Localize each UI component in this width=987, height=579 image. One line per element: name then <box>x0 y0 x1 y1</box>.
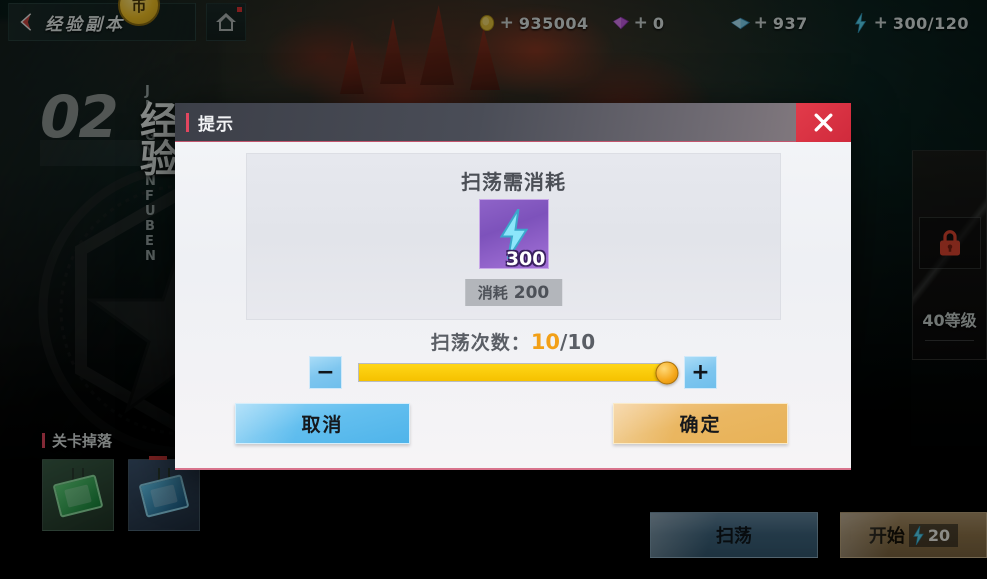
energy-cost-count: 300 <box>505 248 546 270</box>
confirm-button[interactable]: 确定 <box>613 403 788 444</box>
game-screen: 锁 40等级 J I N G Y A N F U B E N 02 经验 关卡掉… <box>0 0 987 579</box>
sweep-count-label: 扫荡次数： <box>430 332 531 354</box>
increase-button-label: + <box>691 359 710 385</box>
confirm-button-label: 确定 <box>679 414 722 436</box>
cost-panel-title: 扫荡需消耗 <box>461 170 566 194</box>
cancel-button-label: 取消 <box>301 414 344 436</box>
slider-knob[interactable] <box>655 361 679 384</box>
sweep-count-max: 10 <box>567 330 596 354</box>
dialog-title: 提示 <box>198 114 234 135</box>
dialog-header: 提示 <box>175 103 851 142</box>
sweep-count-row: 扫荡次数：10/10 <box>175 328 851 355</box>
decrease-button[interactable]: − <box>309 356 342 389</box>
sweep-count-stepper: − + <box>175 356 851 389</box>
decrease-button-label: − <box>316 359 335 385</box>
sweep-count-slider[interactable] <box>358 361 679 384</box>
cost-badge-value: 200 <box>513 283 550 303</box>
accent-bar <box>186 112 189 132</box>
close-icon <box>814 113 833 132</box>
energy-cost-icon: 300 <box>478 199 549 270</box>
cancel-button[interactable]: 取消 <box>235 403 410 444</box>
sweep-count-current: 10 <box>530 330 561 354</box>
sweep-confirm-dialog: 提示 扫荡需消耗 300 消耗 200 扫荡次数：10/10 − + 取消 确定 <box>175 103 851 470</box>
cost-badge-label: 消耗 <box>477 284 508 302</box>
cost-badge: 消耗 200 <box>464 279 563 306</box>
slider-fill <box>359 364 667 381</box>
increase-button[interactable]: + <box>684 356 717 389</box>
cost-panel: 扫荡需消耗 300 消耗 200 <box>246 153 781 320</box>
close-button[interactable] <box>796 103 851 142</box>
